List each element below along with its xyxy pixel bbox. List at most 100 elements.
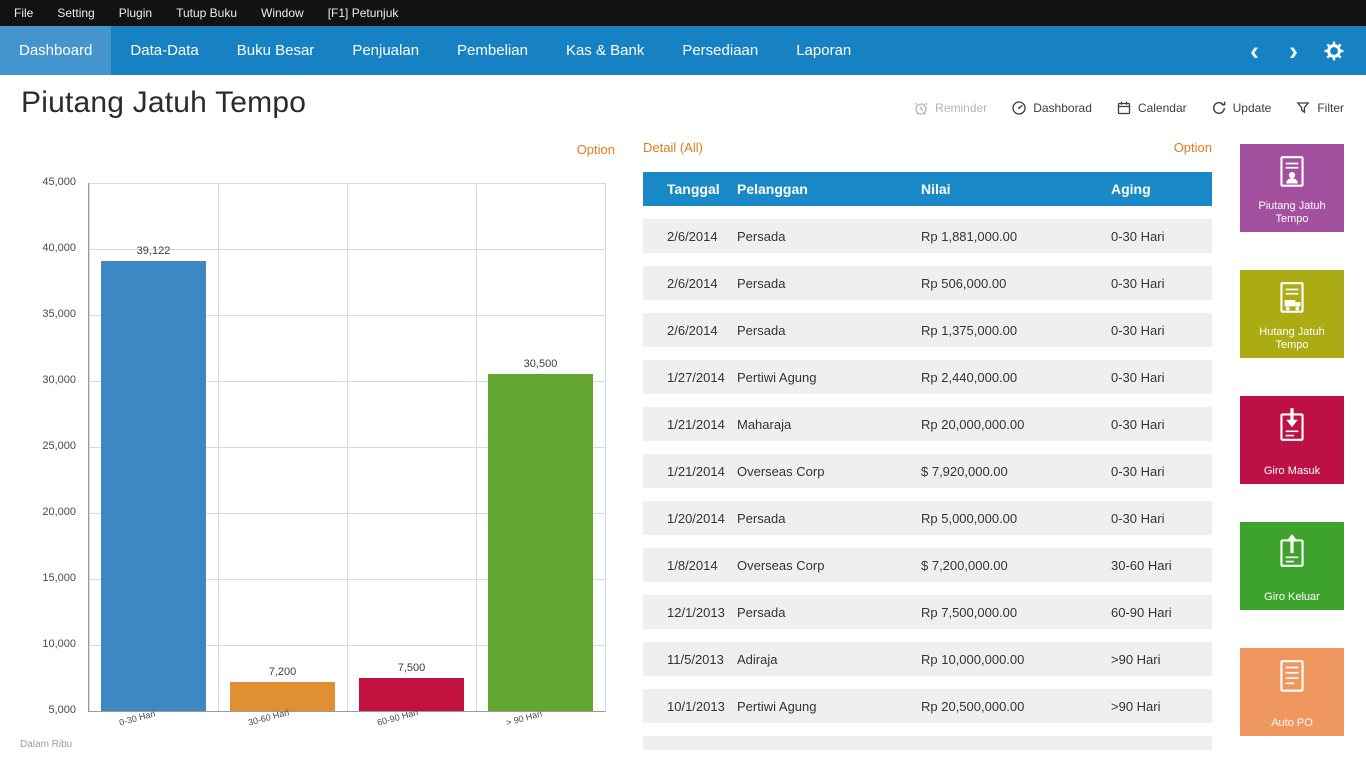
cell-pelanggan: Maharaja — [737, 417, 921, 432]
bar-value-label: 39,122 — [89, 245, 218, 257]
column-header-tanggal: Tanggal — [667, 181, 737, 197]
detail-option-link[interactable]: Option — [1174, 140, 1212, 160]
table-row[interactable]: 2/6/2014PersadaRp 506,000.000-30 Hari — [643, 266, 1212, 300]
y-tick: 10,000 — [20, 638, 76, 650]
y-tick: 45,000 — [20, 176, 76, 188]
column-header-aging: Aging — [1111, 181, 1212, 197]
table-row[interactable]: 2/6/2014PersadaRp 1,881,000.000-30 Hari — [643, 219, 1212, 253]
tab-pembelian[interactable]: Pembelian — [438, 26, 547, 75]
update-icon — [1211, 100, 1227, 116]
table-row[interactable]: 1/8/2014Overseas Corp$ 7,200,000.0030-60… — [643, 548, 1212, 582]
tile-hutang-jatuh-tempo[interactable]: Hutang Jatuh Tempo — [1240, 270, 1344, 358]
cell-tanggal: 2/6/2014 — [667, 229, 737, 244]
menu-item-file[interactable]: File — [14, 6, 33, 20]
filter-button[interactable]: Filter — [1295, 100, 1344, 116]
tab-buku-besar[interactable]: Buku Besar — [218, 26, 334, 75]
table-row[interactable]: 10/1/2013Pertiwi AgungRp 20,500,000.00>9… — [643, 689, 1212, 723]
tab-dashboard[interactable]: Dashboard — [0, 26, 111, 75]
cell-nilai: Rp 2,440,000.00 — [921, 370, 1111, 385]
cell-tanggal: 1/20/2014 — [667, 511, 737, 526]
tab-kas-bank[interactable]: Kas & Bank — [547, 26, 663, 75]
cell-aging: 0-30 Hari — [1111, 417, 1212, 432]
column-header-pelanggan: Pelanggan — [737, 181, 921, 197]
detail-header: Detail (All) Option — [643, 140, 1212, 160]
giro-keluar-icon — [1273, 531, 1311, 571]
cell-nilai: Rp 1,881,000.00 — [921, 229, 1111, 244]
tile-label: Piutang Jatuh Tempo — [1240, 200, 1344, 226]
tab-penjualan[interactable]: Penjualan — [333, 26, 438, 75]
y-tick: 15,000 — [20, 572, 76, 584]
dashboard-icon — [1011, 100, 1027, 116]
cell-tanggal: 1/21/2014 — [667, 464, 737, 479]
cell-tanggal: 12/1/2013 — [667, 605, 737, 620]
dashboard-label: Dashborad — [1033, 101, 1092, 115]
calendar-button[interactable]: Calendar — [1116, 100, 1187, 116]
nav-back-button[interactable]: ‹ — [1238, 28, 1271, 74]
table-row[interactable]: 11/5/2013AdirajaRp 10,000,000.00>90 Hari — [643, 642, 1212, 676]
filter-icon — [1295, 100, 1311, 116]
menu-item-setting[interactable]: Setting — [57, 6, 94, 20]
menu-item-f1-petunjuk[interactable]: [F1] Petunjuk — [328, 6, 399, 20]
tab-data-data[interactable]: Data-Data — [111, 26, 217, 75]
nav-right-controls: ‹ › — [1238, 26, 1366, 75]
tile-auto-po[interactable]: Auto PO — [1240, 648, 1344, 736]
cell-pelanggan: Overseas Corp — [737, 464, 921, 479]
bar-chart: 39,1227,2007,50030,500 — [88, 183, 606, 712]
cell-pelanggan: Pertiwi Agung — [737, 370, 921, 385]
reminder-label: Reminder — [935, 101, 987, 115]
toolbar: Reminder Dashborad Calendar Update Filter — [913, 100, 1344, 116]
menubar: File Setting Plugin Tutup Buku Window [F1] Pe… — [0, 0, 1366, 26]
tile-giro-keluar[interactable]: Giro Keluar — [1240, 522, 1344, 610]
nav-forward-button[interactable]: › — [1277, 28, 1310, 74]
table-row[interactable]: 1/20/2014PersadaRp 5,000,000.000-30 Hari — [643, 501, 1212, 535]
tile-giro-masuk[interactable]: Giro Masuk — [1240, 396, 1344, 484]
cell-pelanggan: Persada — [737, 229, 921, 244]
chart-bar-90-hari — [488, 374, 593, 711]
tab-laporan[interactable]: Laporan — [777, 26, 870, 75]
table-row[interactable]: 1/21/2014MaharajaRp 20,000,000.000-30 Ha… — [643, 407, 1212, 441]
settings-gear-icon[interactable] — [1316, 41, 1352, 61]
y-tick: 20,000 — [20, 506, 76, 518]
cell-pelanggan: Adiraja — [737, 652, 921, 667]
tile-label: Giro Keluar — [1240, 591, 1344, 604]
cell-tanggal: 1/8/2014 — [667, 558, 737, 573]
cell-aging: 0-30 Hari — [1111, 323, 1212, 338]
table-row[interactable]: 1/27/2014Pertiwi AgungRp 2,440,000.000-3… — [643, 360, 1212, 394]
aging-chart-panel: Option 39,1227,2007,50030,500 Dalam Ribu… — [20, 140, 620, 754]
bar-value-label: 30,500 — [476, 358, 605, 370]
menu-item-plugin[interactable]: Plugin — [119, 6, 152, 20]
nav-tabs: DashboardData-DataBuku BesarPenjualanPem… — [0, 26, 870, 75]
chart-bar-30-60-hari — [230, 682, 335, 711]
cell-aging: 0-30 Hari — [1111, 370, 1212, 385]
chart-option-link[interactable]: Option — [577, 142, 615, 157]
table-rows: 2/6/2014PersadaRp 1,881,000.000-30 Hari2… — [643, 219, 1212, 723]
y-tick: 40,000 — [20, 242, 76, 254]
cell-aging: >90 Hari — [1111, 699, 1212, 714]
cell-tanggal: 10/1/2013 — [667, 699, 737, 714]
dashboard-button[interactable]: Dashborad — [1011, 100, 1092, 116]
update-button[interactable]: Update — [1211, 100, 1272, 116]
piutang-jatuh-tempo-icon — [1273, 153, 1311, 193]
detail-panel: Detail (All) Option TanggalPelangganNila… — [643, 140, 1212, 750]
table-row[interactable]: 2/6/2014PersadaRp 1,375,000.000-30 Hari — [643, 313, 1212, 347]
cell-tanggal: 2/6/2014 — [667, 276, 737, 291]
menu-item-tutup-buku[interactable]: Tutup Buku — [176, 6, 237, 20]
cell-aging: 30-60 Hari — [1111, 558, 1212, 573]
cell-pelanggan: Overseas Corp — [737, 558, 921, 573]
bar-value-label: 7,500 — [347, 662, 476, 674]
detail-title[interactable]: Detail (All) — [643, 140, 703, 160]
y-tick: 30,000 — [20, 374, 76, 386]
table-row[interactable]: 12/1/2013PersadaRp 7,500,000.0060-90 Har… — [643, 595, 1212, 629]
tile-piutang-jatuh-tempo[interactable]: Piutang Jatuh Tempo — [1240, 144, 1344, 232]
calendar-icon — [1116, 100, 1132, 116]
tile-label: Giro Masuk — [1240, 465, 1344, 478]
cell-nilai: Rp 7,500,000.00 — [921, 605, 1111, 620]
cell-pelanggan: Persada — [737, 605, 921, 620]
tab-persediaan[interactable]: Persediaan — [663, 26, 777, 75]
reminder-button[interactable]: Reminder — [913, 100, 987, 116]
calendar-label: Calendar — [1138, 101, 1187, 115]
table-row[interactable]: 1/21/2014Overseas Corp$ 7,920,000.000-30… — [643, 454, 1212, 488]
menu-item-window[interactable]: Window — [261, 6, 304, 20]
cell-tanggal: 2/6/2014 — [667, 323, 737, 338]
cell-aging: 0-30 Hari — [1111, 229, 1212, 244]
